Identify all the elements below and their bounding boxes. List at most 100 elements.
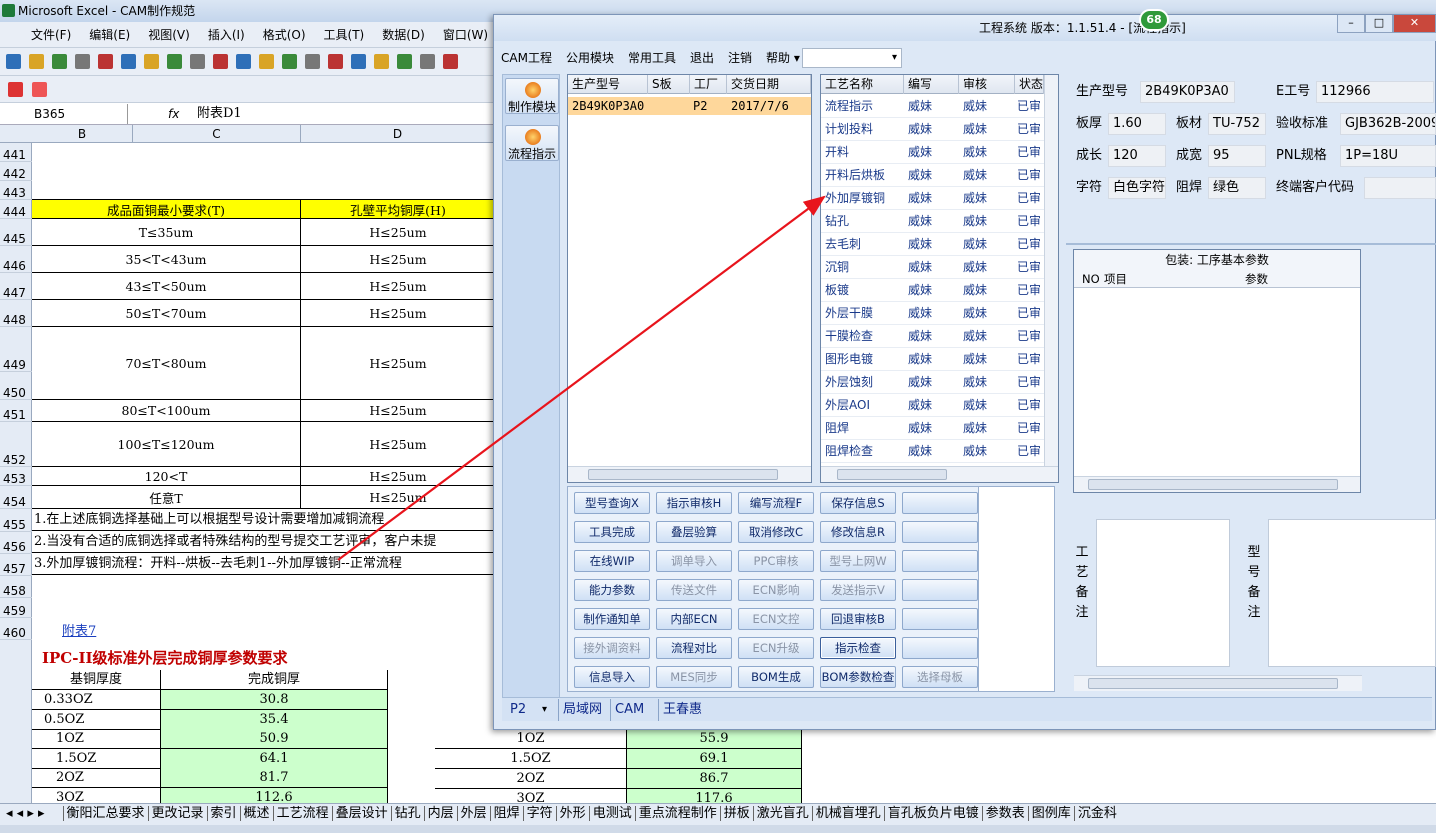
action-button[interactable]: 修改信息R (820, 521, 896, 543)
excel-menu-item[interactable]: 数据(D) (373, 22, 434, 48)
row-header[interactable]: 449 (0, 327, 32, 372)
action-button[interactable]: 选择母板 (902, 666, 978, 688)
row-header[interactable]: 457 (0, 554, 32, 576)
sheet-tab[interactable]: 钻孔 (390, 806, 424, 821)
sheet-tab[interactable]: 盲孔板负片电镀 (883, 806, 982, 821)
flow-row[interactable]: 外层蚀刻 威妹 威妹 已审 (821, 371, 1044, 394)
action-button[interactable]: 型号上网W (820, 550, 896, 572)
sheet-tab[interactable]: 参数表 (981, 806, 1028, 821)
fx-icon[interactable]: fx (168, 104, 188, 124)
header-delivery-date[interactable]: 交货日期 (727, 75, 811, 94)
info-value[interactable]: 白色字符 (1108, 177, 1166, 199)
sheet-grid[interactable]: 成品面铜最小要求(T) 孔壁平均铜厚(H) T≤35um H≤25um 35<T<43u… (32, 143, 495, 663)
toolbar-icon[interactable] (75, 54, 90, 69)
row-header[interactable]: 459 (0, 598, 32, 618)
action-button[interactable] (902, 579, 978, 601)
sheet-tab[interactable]: 外形 (555, 806, 589, 821)
info-value[interactable]: 95 (1208, 145, 1266, 167)
action-button[interactable]: 流程对比 (656, 637, 732, 659)
header-s-board[interactable]: S板 (648, 75, 690, 94)
flow-row[interactable]: 沉铜 威妹 威妹 已审 (821, 256, 1044, 279)
product-hscroll[interactable] (568, 466, 811, 482)
row-header[interactable]: 453 (0, 467, 32, 486)
flow-row[interactable]: 外层干膜 威妹 威妹 已审 (821, 302, 1044, 325)
excel-menu-item[interactable]: 工具(T) (315, 22, 374, 48)
flow-row[interactable]: 流程指示 威妹 威妹 已审 (821, 95, 1044, 118)
toolbar-icon[interactable] (213, 54, 228, 69)
action-button[interactable] (902, 492, 978, 514)
toolbar-icon[interactable] (52, 54, 67, 69)
pdf-convert-icon[interactable] (32, 82, 47, 97)
action-button[interactable]: 信息导入 (574, 666, 650, 688)
sheet-tab[interactable]: 激光盲孔 (752, 806, 812, 821)
cam-menu-item[interactable]: 退出 (683, 45, 721, 71)
excel-menu-item[interactable]: 编辑(E) (80, 22, 139, 48)
cam-menu-item[interactable]: 公用模块 (559, 45, 621, 71)
sheet-tab[interactable]: 拼板 (719, 806, 753, 821)
action-button[interactable]: 接外调资料 (574, 637, 650, 659)
status-dropdown-icon[interactable]: ▾ (538, 699, 551, 721)
action-button[interactable]: 型号查询X (574, 492, 650, 514)
row-header[interactable]: 452 (0, 422, 32, 467)
sheet-tab[interactable]: 沉金科 (1073, 806, 1120, 821)
sheet-tab[interactable]: 衡阳汇总要求 (62, 806, 148, 821)
info-value[interactable]: 1P=18U (1340, 145, 1436, 167)
close-button[interactable]: ✕ (1393, 15, 1436, 33)
action-button[interactable]: 编写流程F (738, 492, 814, 514)
make-module-button[interactable]: 制作模块 (505, 78, 559, 114)
toolbar-icon[interactable] (282, 54, 297, 69)
excel-menu-item[interactable]: 文件(F) (22, 22, 80, 48)
action-button[interactable]: ECN升级 (738, 637, 814, 659)
process-memo-input[interactable] (1096, 519, 1230, 667)
action-button[interactable]: 发送指示V (820, 579, 896, 601)
pkg-hscroll[interactable] (1074, 476, 1360, 492)
sheet-tab[interactable]: 索引 (206, 806, 240, 821)
action-button[interactable] (902, 521, 978, 543)
sheet-tab[interactable]: 工艺流程 (272, 806, 332, 821)
action-button[interactable]: 传送文件 (656, 579, 732, 601)
toolbar-icon[interactable] (98, 54, 113, 69)
action-button[interactable]: 制作通知单 (574, 608, 650, 630)
excel-menu-item[interactable]: 视图(V) (139, 22, 199, 48)
cam-dropdown[interactable] (802, 48, 902, 68)
toolbar-icon[interactable] (420, 54, 435, 69)
info-value[interactable]: 绿色 (1208, 177, 1266, 199)
sheet-tab[interactable]: 概述 (239, 806, 273, 821)
row-header[interactable]: 451 (0, 400, 32, 422)
action-button[interactable]: 叠层验算 (656, 521, 732, 543)
toolbar-icon[interactable] (351, 54, 366, 69)
toolbar-icon[interactable] (121, 54, 136, 69)
action-button[interactable]: 保存信息S (820, 492, 896, 514)
sheet-tab[interactable]: 重点流程制作 (634, 806, 720, 821)
toolbar-icon[interactable] (443, 54, 458, 69)
action-button[interactable]: BOM生成 (738, 666, 814, 688)
flow-row[interactable]: 去毛刺 威妹 威妹 已审 (821, 233, 1044, 256)
row-header[interactable]: 456 (0, 532, 32, 554)
sheet-tab[interactable]: 图例库 (1027, 806, 1074, 821)
action-button[interactable]: MES同步 (656, 666, 732, 688)
action-button[interactable]: ECN文控 (738, 608, 814, 630)
row-header[interactable]: 450 (0, 372, 32, 400)
toolbar-icon[interactable] (29, 54, 44, 69)
row-header[interactable]: 441 (0, 143, 32, 162)
row-header[interactable]: 443 (0, 181, 32, 200)
action-button[interactable]: 取消修改C (738, 521, 814, 543)
action-button[interactable]: 指示审核H (656, 492, 732, 514)
sheet-tab[interactable]: 机械盲埋孔 (811, 806, 884, 821)
toolbar-icon[interactable] (328, 54, 343, 69)
flow-row[interactable]: 钻孔 威妹 威妹 已审 (821, 210, 1044, 233)
header-status[interactable]: 状态 (1015, 75, 1044, 94)
row-header[interactable]: 445 (0, 219, 32, 246)
info-value[interactable]: 120 (1108, 145, 1166, 167)
flow-row[interactable]: 板镀 威妹 威妹 已审 (821, 279, 1044, 302)
sheet-tab[interactable]: 字符 (522, 806, 556, 821)
column-header-c[interactable]: C (133, 125, 301, 143)
info-value[interactable]: 1.60 (1108, 113, 1166, 135)
formula-input[interactable]: 附表D1 (197, 104, 242, 124)
header-factory[interactable]: 工厂 (690, 75, 727, 94)
pkg-header-item[interactable]: 项目 (1104, 270, 1127, 288)
action-button[interactable]: ECN影响 (738, 579, 814, 601)
header-product-no[interactable]: 生产型号 (568, 75, 648, 94)
action-button[interactable]: 内部ECN (656, 608, 732, 630)
flow-row[interactable]: 阻焊 威妹 威妹 已审 (821, 417, 1044, 440)
